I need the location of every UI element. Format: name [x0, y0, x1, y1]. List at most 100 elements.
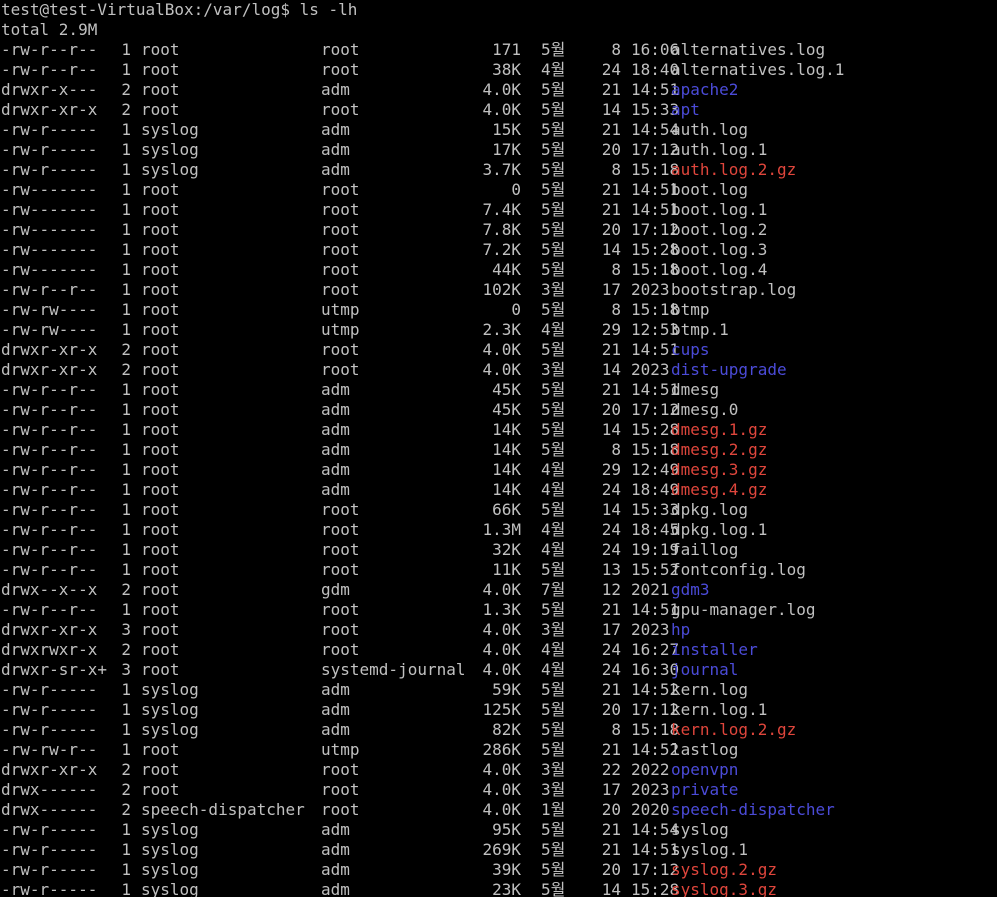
- mod-month: 4월: [541, 660, 566, 679]
- link-count: 3: [121, 660, 131, 679]
- file-owner: syslog: [141, 880, 199, 897]
- file-name: syslog.2.gz: [671, 860, 777, 879]
- file-group: adm: [321, 140, 350, 159]
- file-name: dmesg.1.gz: [671, 420, 768, 439]
- listing-row: -rw-r--r-- 1 root root 11K 5월 13 15:52 fontconfi…: [0, 560, 997, 580]
- file-size: 7.4K: [482, 200, 521, 219]
- mod-day: 14: [601, 420, 621, 439]
- mod-day: 21: [601, 840, 621, 859]
- terminal-window[interactable]: test@test-VirtualBox:/var/log$ ls -lh to…: [0, 0, 997, 897]
- mod-day: 8: [611, 160, 621, 179]
- file-size: 14K: [492, 460, 521, 479]
- file-owner: root: [141, 640, 180, 659]
- listing-row: -rw------- 1 root root 7.2K 5월 14 15:28 boot.log…: [0, 240, 997, 260]
- file-owner: root: [141, 760, 180, 779]
- file-permissions: -rw-r-----: [1, 140, 98, 159]
- file-owner: root: [141, 280, 180, 299]
- link-count: 1: [121, 60, 131, 79]
- file-name: btmp: [671, 300, 710, 319]
- file-name: syslog.1: [671, 840, 749, 859]
- link-count: 1: [121, 420, 131, 439]
- listing-row: -rw-r--r-- 1 root root 38K 4월 24 18:40 alternati…: [0, 60, 997, 80]
- file-name: auth.log.2.gz: [671, 160, 797, 179]
- mod-day: 24: [601, 520, 621, 539]
- file-name: syslog: [671, 820, 729, 839]
- file-permissions: drwxrwxr-x: [1, 640, 98, 659]
- mod-day: 20: [601, 800, 621, 819]
- file-group: root: [321, 540, 360, 559]
- link-count: 2: [121, 580, 131, 599]
- mod-day: 21: [601, 180, 621, 199]
- file-name: bootstrap.log: [671, 280, 797, 299]
- file-permissions: -rw-------: [1, 220, 98, 239]
- link-count: 2: [121, 800, 131, 819]
- link-count: 1: [121, 460, 131, 479]
- link-count: 1: [121, 840, 131, 859]
- mod-month: 5월: [541, 440, 566, 459]
- file-size: 66K: [492, 500, 521, 519]
- file-permissions: -rw-r-----: [1, 860, 98, 879]
- mod-time: 14:51: [631, 600, 680, 619]
- file-owner: root: [141, 560, 180, 579]
- file-size: 4.0K: [482, 800, 521, 819]
- listing-row: -rw-r--r-- 1 root adm 45K 5월 20 17:12 dmesg.0: [0, 400, 997, 420]
- listing-row: -rw-r----- 1 syslog adm 15K 5월 21 14:54 auth.log: [0, 120, 997, 140]
- mod-day: 8: [611, 440, 621, 459]
- file-name: syslog.3.gz: [671, 880, 777, 897]
- file-permissions: -rw-r-----: [1, 720, 98, 739]
- file-name: auth.log: [671, 120, 749, 139]
- listing-row: drwx------ 2 root root 4.0K 3월 17 2023 private: [0, 780, 997, 800]
- file-owner: syslog: [141, 820, 199, 839]
- listing-row: drwx------ 2 speech-dispatcher root 4.0K 1월 20…: [0, 800, 997, 820]
- link-count: 1: [121, 160, 131, 179]
- link-count: 1: [121, 200, 131, 219]
- file-owner: root: [141, 300, 180, 319]
- link-count: 1: [121, 500, 131, 519]
- link-count: 1: [121, 40, 131, 59]
- file-group: adm: [321, 480, 350, 499]
- file-group: root: [321, 780, 360, 799]
- file-owner: syslog: [141, 720, 199, 739]
- file-size: 286K: [482, 740, 521, 759]
- file-permissions: -rw-r--r--: [1, 480, 98, 499]
- file-name: boot.log.2: [671, 220, 768, 239]
- file-size: 14K: [492, 480, 521, 499]
- file-group: root: [321, 360, 360, 379]
- mod-day: 24: [601, 640, 621, 659]
- listing-row: -rw-r--r-- 1 root root 171 5월 8 16:06 alternativ…: [0, 40, 997, 60]
- file-owner: root: [141, 80, 180, 99]
- listing-row: drwxrwxr-x 2 root root 4.0K 4월 24 16:27 installe…: [0, 640, 997, 660]
- file-permissions: drwx------: [1, 800, 98, 819]
- file-owner: root: [141, 40, 180, 59]
- mod-day: 21: [601, 820, 621, 839]
- mod-time: 17:12: [631, 860, 680, 879]
- file-group: root: [321, 760, 360, 779]
- mod-time: 15:18: [631, 300, 680, 319]
- file-group: root: [321, 260, 360, 279]
- mod-day: 24: [601, 540, 621, 559]
- link-count: 1: [121, 820, 131, 839]
- file-group: adm: [321, 380, 350, 399]
- mod-day: 17: [601, 280, 621, 299]
- mod-month: 5월: [541, 420, 566, 439]
- file-group: utmp: [321, 300, 360, 319]
- link-count: 1: [121, 520, 131, 539]
- link-count: 1: [121, 220, 131, 239]
- link-count: 2: [121, 360, 131, 379]
- listing-row: -rw-r--r-- 1 root adm 14K 4월 29 12:49 dmesg.3.gz: [0, 460, 997, 480]
- mod-month: 5월: [541, 860, 566, 879]
- link-count: 1: [121, 300, 131, 319]
- link-count: 1: [121, 880, 131, 897]
- file-owner: syslog: [141, 120, 199, 139]
- mod-month: 4월: [541, 640, 566, 659]
- mod-day: 22: [601, 760, 621, 779]
- file-size: 4.0K: [482, 80, 521, 99]
- file-size: 45K: [492, 380, 521, 399]
- file-size: 0: [511, 180, 521, 199]
- mod-time: 12:49: [631, 460, 680, 479]
- listing-row: -rw-r----- 1 syslog adm 3.7K 5월 8 15:18 auth.log…: [0, 160, 997, 180]
- file-permissions: drwxr-xr-x: [1, 340, 98, 359]
- listing-row: drwxr-sr-x+ 3 root systemd-journal 4.0K 4월 24 1…: [0, 660, 997, 680]
- listing-row: drwxr-xr-x 2 root root 4.0K 5월 14 15:33 apt: [0, 100, 997, 120]
- mod-time: 15:18: [631, 260, 680, 279]
